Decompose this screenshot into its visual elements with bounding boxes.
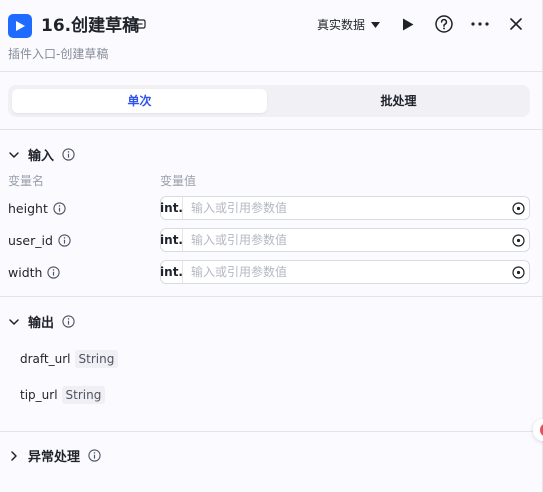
param-input-user-id: int. [160, 228, 530, 252]
info-icon[interactable] [88, 449, 101, 462]
close-icon [510, 18, 522, 30]
data-mode-dropdown[interactable]: 真实数据 [317, 16, 381, 34]
output-name: tip_url [20, 388, 58, 402]
height-value-input[interactable] [183, 197, 507, 219]
output-type-badge: String [61, 386, 106, 404]
output-section-title: 输出 [28, 316, 55, 331]
help-button[interactable] [432, 12, 456, 36]
target-icon [511, 233, 525, 247]
output-item-tip-url: tip_url String [20, 386, 106, 404]
tab-batch[interactable]: 批处理 [271, 89, 526, 113]
info-icon[interactable] [53, 202, 66, 215]
param-name-height: height [8, 201, 66, 216]
tab-single[interactable]: 单次 [12, 89, 267, 113]
close-button[interactable] [504, 12, 528, 36]
info-icon[interactable] [58, 234, 71, 247]
help-icon [435, 15, 453, 33]
target-icon [511, 265, 525, 279]
output-item-draft-url: draft_url String [20, 350, 119, 368]
node-title[interactable]: 16.创建草稿 [41, 14, 139, 38]
info-icon[interactable] [62, 148, 75, 161]
exception-section-title: 异常处理 [28, 450, 81, 465]
param-input-height: int. [160, 196, 530, 220]
param-label: user_id [8, 233, 53, 248]
reference-variable-button[interactable] [507, 229, 529, 251]
node-subtitle: 插件入口-创建草稿 [8, 47, 109, 61]
param-name-user-id: user_id [8, 233, 71, 248]
chevron-down-icon [9, 151, 19, 158]
input-section-title: 输入 [28, 149, 55, 164]
input-section-header[interactable]: 输入 [8, 145, 75, 164]
chevron-right-icon [11, 450, 17, 461]
run-button[interactable] [396, 12, 420, 36]
info-icon[interactable] [47, 266, 61, 279]
divider [0, 129, 543, 130]
data-mode-label: 真实数据 [317, 18, 366, 32]
divider [0, 431, 543, 432]
param-label: height [8, 201, 48, 216]
column-label-value: 变量值 [160, 174, 197, 188]
exception-section-header[interactable]: 异常处理 [8, 446, 101, 465]
param-input-width: int. [160, 260, 530, 284]
play-icon [403, 18, 414, 30]
reference-variable-button[interactable] [507, 261, 529, 283]
edit-icon[interactable] [133, 17, 147, 31]
output-name: draft_url [20, 352, 71, 366]
type-tag: int. [160, 229, 183, 251]
divider [0, 296, 543, 297]
param-label: width [8, 265, 43, 280]
column-label-name: 变量名 [8, 174, 45, 188]
width-value-input[interactable] [183, 261, 507, 283]
user-id-value-input[interactable] [183, 229, 507, 251]
run-mode-tabs: 单次 批处理 [8, 85, 530, 117]
more-icon [471, 22, 489, 26]
node-panel: 16.创建草稿 插件入口-创建草稿 真实数据 单次 批处理 输入 变量名 变量值… [0, 0, 543, 492]
floating-assistant-button[interactable] [533, 419, 543, 441]
type-tag: int. [160, 261, 183, 283]
output-type-badge: String [74, 350, 119, 368]
plugin-app-icon [8, 14, 32, 38]
panel-header: 16.创建草稿 插件入口-创建草稿 真实数据 [0, 0, 543, 72]
output-section-header[interactable]: 输出 [8, 312, 75, 331]
chevron-down-icon [9, 318, 19, 325]
param-name-width: width [8, 265, 61, 280]
target-icon [511, 201, 525, 215]
info-icon[interactable] [62, 315, 75, 328]
more-button[interactable] [468, 12, 492, 36]
caret-down-icon [371, 22, 381, 28]
type-tag: int. [160, 197, 183, 219]
reference-variable-button[interactable] [507, 197, 529, 219]
